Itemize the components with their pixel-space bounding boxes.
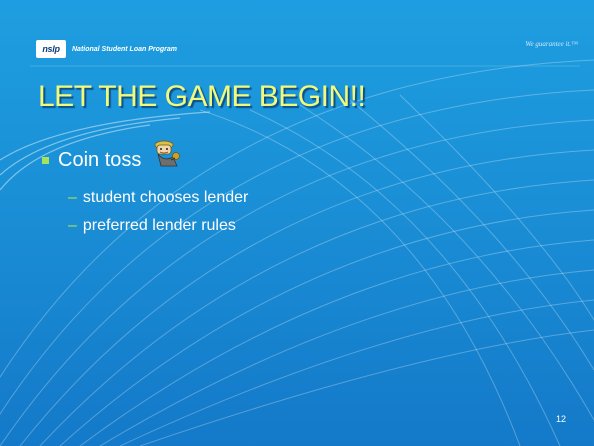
bullet-marker bbox=[42, 157, 49, 164]
sub-item-text: preferred lender rules bbox=[82, 217, 236, 234]
page-number: 12 bbox=[555, 414, 566, 424]
slide: nslp National Student Loan Program We gu… bbox=[0, 0, 594, 446]
sub-item: – student chooses lender bbox=[68, 189, 248, 207]
slide-title: LET THE GAME BEGIN!! bbox=[38, 80, 366, 113]
sub-item-dash: – bbox=[68, 189, 77, 206]
logo-mark: nslp bbox=[36, 40, 66, 58]
bullet-text: Coin toss bbox=[58, 149, 142, 171]
bullet-item: Coin toss bbox=[42, 149, 141, 172]
tagline: We guarantee it.™ bbox=[525, 40, 578, 48]
logo-mark-text: nslp bbox=[42, 44, 60, 54]
coin-toss-clipart-icon bbox=[154, 140, 180, 167]
logo-name: National Student Loan Program bbox=[72, 45, 178, 53]
nslp-logo: nslp National Student Loan Program bbox=[36, 40, 177, 58]
sub-item-text: student chooses lender bbox=[82, 189, 249, 206]
sub-item: – preferred lender rules bbox=[68, 217, 236, 235]
sub-item-dash: – bbox=[68, 217, 77, 234]
